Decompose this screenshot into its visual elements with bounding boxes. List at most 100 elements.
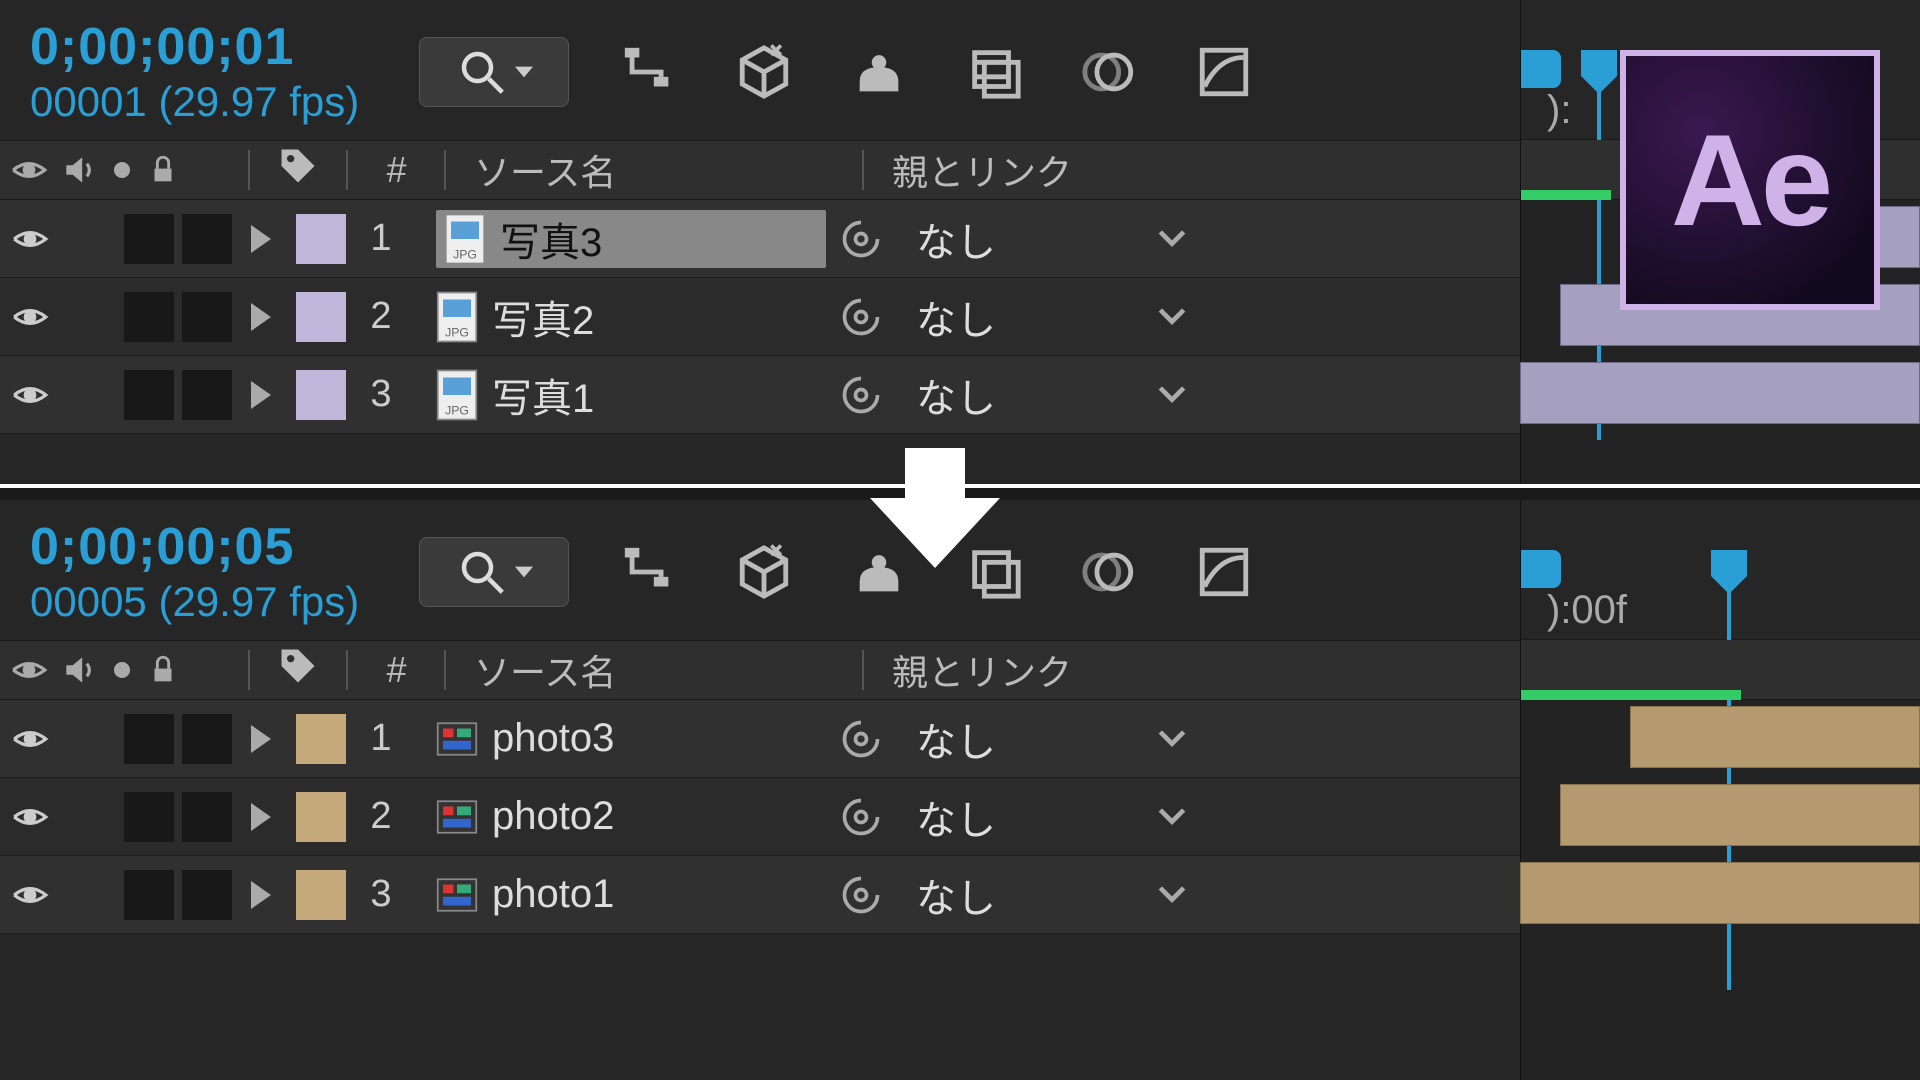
- layer-name[interactable]: photo1: [492, 872, 614, 917]
- pickwhip-icon[interactable]: [826, 295, 896, 339]
- layer-name[interactable]: photo2: [492, 794, 614, 839]
- magnifier-icon: [455, 45, 509, 99]
- lock-toggle[interactable]: [182, 870, 232, 920]
- lock-toggle[interactable]: [182, 792, 232, 842]
- playhead-marker[interactable]: [1701, 550, 1757, 594]
- layer-color-swatch[interactable]: [296, 370, 346, 420]
- expand-toggle[interactable]: [236, 381, 286, 409]
- pickwhip-icon[interactable]: [826, 217, 896, 261]
- tag-column-icon: [276, 144, 320, 188]
- layer-duration-bar[interactable]: [1560, 784, 1920, 846]
- shy-icon[interactable]: [849, 42, 909, 102]
- svg-text:JPG: JPG: [445, 325, 469, 339]
- timeline-ruler-area[interactable]: ):00f: [1520, 500, 1920, 1080]
- layer-duration-bar[interactable]: [1630, 706, 1920, 768]
- 3d-cube-icon[interactable]: [734, 542, 794, 602]
- parent-column-header[interactable]: 親とリンク: [872, 144, 1072, 196]
- parent-dropdown[interactable]: なし: [896, 288, 1216, 346]
- layer-duration-bar[interactable]: [1520, 862, 1920, 924]
- motion-blur-icon[interactable]: [1079, 542, 1139, 602]
- solo-toggle[interactable]: [124, 870, 174, 920]
- layer-color-swatch[interactable]: [296, 214, 346, 264]
- eye-icon[interactable]: [11, 720, 49, 758]
- layer-color-swatch[interactable]: [296, 714, 346, 764]
- expand-toggle[interactable]: [236, 225, 286, 253]
- solo-toggle[interactable]: [124, 292, 174, 342]
- cache-indicator: [1521, 190, 1611, 200]
- layer-index: 1: [356, 217, 406, 260]
- graph-editor-icon[interactable]: [1194, 42, 1254, 102]
- pickwhip-icon[interactable]: [826, 717, 896, 761]
- parent-dropdown[interactable]: なし: [896, 366, 1216, 424]
- chevron-down-icon: [1158, 885, 1186, 905]
- layer-name[interactable]: 写真3: [500, 210, 602, 268]
- speaker-column-icon: [60, 651, 98, 689]
- solo-toggle[interactable]: [124, 214, 174, 264]
- eye-column-icon: [10, 151, 48, 189]
- eye-icon[interactable]: [11, 876, 49, 914]
- chevron-down-icon: [1158, 807, 1186, 827]
- chevron-down-icon: [1158, 385, 1186, 405]
- layer-name[interactable]: 写真2: [492, 288, 594, 346]
- search-button[interactable]: [419, 37, 569, 107]
- layer-duration-bar[interactable]: [1520, 362, 1920, 424]
- lock-toggle[interactable]: [182, 214, 232, 264]
- ruler-tick-label: ):: [1547, 88, 1571, 133]
- parent-column-header[interactable]: 親とリンク: [872, 644, 1072, 696]
- pickwhip-icon[interactable]: [826, 795, 896, 839]
- work-area-start-marker[interactable]: [1521, 50, 1561, 88]
- work-area-start-marker[interactable]: [1521, 550, 1561, 588]
- pickwhip-icon[interactable]: [826, 873, 896, 917]
- current-timecode[interactable]: 0;00;00;05: [30, 518, 359, 578]
- motion-blur-icon[interactable]: [1079, 42, 1139, 102]
- after-effects-logo: Ae: [1620, 50, 1880, 310]
- layer-color-swatch[interactable]: [296, 870, 346, 920]
- solo-toggle[interactable]: [124, 792, 174, 842]
- lock-toggle[interactable]: [182, 292, 232, 342]
- parent-dropdown[interactable]: なし: [896, 210, 1216, 268]
- image-file-icon: JPG: [436, 290, 478, 344]
- solo-toggle[interactable]: [124, 370, 174, 420]
- lock-toggle[interactable]: [182, 714, 232, 764]
- solo-toggle[interactable]: [124, 714, 174, 764]
- ruler-tick-label: ):00f: [1547, 588, 1627, 633]
- source-column-header[interactable]: ソース名: [454, 644, 854, 696]
- cache-indicator: [1521, 690, 1741, 700]
- current-timecode[interactable]: 0;00;00;01: [30, 18, 359, 78]
- source-column-header[interactable]: ソース名: [454, 144, 854, 196]
- layer-index: 2: [356, 295, 406, 338]
- layer-color-swatch[interactable]: [296, 792, 346, 842]
- flowchart-icon[interactable]: [619, 542, 679, 602]
- solo-column-icon: [110, 658, 134, 682]
- expand-toggle[interactable]: [236, 881, 286, 909]
- layer-color-swatch[interactable]: [296, 292, 346, 342]
- parent-dropdown[interactable]: なし: [896, 710, 1216, 768]
- layer-name[interactable]: 写真1: [492, 366, 594, 424]
- search-button[interactable]: [419, 537, 569, 607]
- eye-icon[interactable]: [11, 798, 49, 836]
- composition-icon: [436, 868, 478, 922]
- flowchart-icon[interactable]: [619, 42, 679, 102]
- tag-column-icon: [276, 644, 320, 688]
- layer-name[interactable]: photo3: [492, 716, 614, 761]
- chevron-down-icon: [1158, 307, 1186, 327]
- expand-toggle[interactable]: [236, 725, 286, 753]
- lock-toggle[interactable]: [182, 370, 232, 420]
- frame-blend-icon[interactable]: [964, 42, 1024, 102]
- eye-icon[interactable]: [11, 298, 49, 336]
- parent-dropdown[interactable]: なし: [896, 866, 1216, 924]
- playhead-marker[interactable]: [1571, 50, 1627, 94]
- timeline-panel-after: 0;00;00;05 00005 (29.97 fps) # ソース名: [0, 500, 1920, 1080]
- pickwhip-icon[interactable]: [826, 373, 896, 417]
- number-column-header: #: [356, 649, 436, 691]
- layer-index: 3: [356, 873, 406, 916]
- 3d-cube-icon[interactable]: [734, 42, 794, 102]
- eye-icon[interactable]: [11, 220, 49, 258]
- eye-icon[interactable]: [11, 376, 49, 414]
- composition-icon: [436, 712, 478, 766]
- parent-dropdown[interactable]: なし: [896, 788, 1216, 846]
- expand-toggle[interactable]: [236, 803, 286, 831]
- svg-text:JPG: JPG: [445, 403, 469, 417]
- graph-editor-icon[interactable]: [1194, 542, 1254, 602]
- expand-toggle[interactable]: [236, 303, 286, 331]
